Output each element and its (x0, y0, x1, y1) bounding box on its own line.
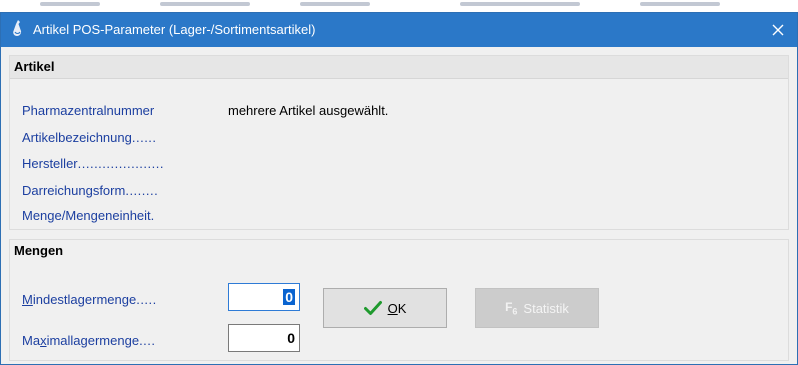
hersteller-label-dots: ..................... (77, 156, 164, 171)
ok-button-label: OK (388, 301, 407, 316)
maximallagermenge-value: 0 (287, 330, 295, 346)
dialog-window: Artikel POS-Parameter (Lager-/Sortiments… (0, 12, 798, 365)
title-bar[interactable]: Artikel POS-Parameter (Lager-/Sortiments… (1, 13, 797, 47)
pzn-value: mehrere Artikel ausgewählt. (228, 103, 389, 118)
mengen-group: Mengen Mindestlagermenge..... 0 Maximall… (9, 239, 789, 361)
ok-button[interactable]: OK (323, 288, 447, 328)
mindestlagermenge-dots: ..... (136, 292, 157, 307)
mengen-group-header: Mengen (10, 240, 788, 262)
maximallagermenge-dots: .... (139, 333, 156, 348)
artikelbezeichnung-label-dots: ...... (131, 130, 157, 145)
window-title: Artikel POS-Parameter (Lager-/Sortiments… (33, 22, 316, 37)
artikelbezeichnung-label-text: Artikelbezeichnung (22, 130, 132, 145)
checkmark-icon (363, 301, 382, 315)
statistik-button-label: Statistik (523, 300, 569, 316)
hersteller-label-text: Hersteller (22, 156, 78, 171)
mindestlagermenge-accel: M (22, 292, 33, 307)
app-icon (13, 20, 22, 36)
menge-label: Menge/Mengeneinheit. (22, 208, 155, 223)
mindestlagermenge-value: 0 (283, 289, 295, 305)
ok-accel: O (387, 300, 398, 316)
pzn-label: Pharmazentralnummer (22, 103, 154, 118)
maximallagermenge-label-text: imallagermenge (46, 333, 140, 348)
menge-label-text: Menge/Mengeneinheit (22, 208, 151, 223)
darreichungsform-label-text: Darreichungsform (22, 183, 126, 198)
mindestlagermenge-label: Mindestlagermenge..... (22, 292, 157, 307)
artikel-group-title: Artikel (14, 59, 55, 74)
pzn-label-text: Pharmazentralnummer (22, 103, 155, 118)
maximallagermenge-input[interactable]: 0 (228, 324, 300, 352)
mindestlagermenge-label-text: indestlagermenge (32, 292, 137, 307)
mindestlagermenge-input[interactable]: 0 (228, 283, 300, 311)
statistik-button[interactable]: F6 Statistik (475, 288, 599, 328)
darreichungsform-label-dots: ........ (125, 183, 159, 198)
ok-label-rest: K (397, 300, 407, 316)
maximallagermenge-label-pre: Ma (22, 333, 41, 348)
darreichungsform-label: Darreichungsform........ (22, 183, 158, 198)
hersteller-label: Hersteller..................... (22, 156, 164, 171)
mengen-group-title: Mengen (14, 243, 64, 258)
f6-key-number: 6 (512, 306, 518, 317)
f6-key-icon: F6 (505, 300, 517, 316)
artikel-group: Artikel Pharmazentralnummer mehrere Arti… (9, 55, 789, 230)
artikel-group-header: Artikel (10, 56, 788, 79)
artikelbezeichnung-label: Artikelbezeichnung...... (22, 130, 157, 145)
maximallagermenge-label: Maximallagermenge.... (22, 333, 156, 348)
menge-label-dots: . (150, 208, 155, 223)
close-icon (772, 24, 784, 36)
close-button[interactable] (759, 13, 797, 47)
